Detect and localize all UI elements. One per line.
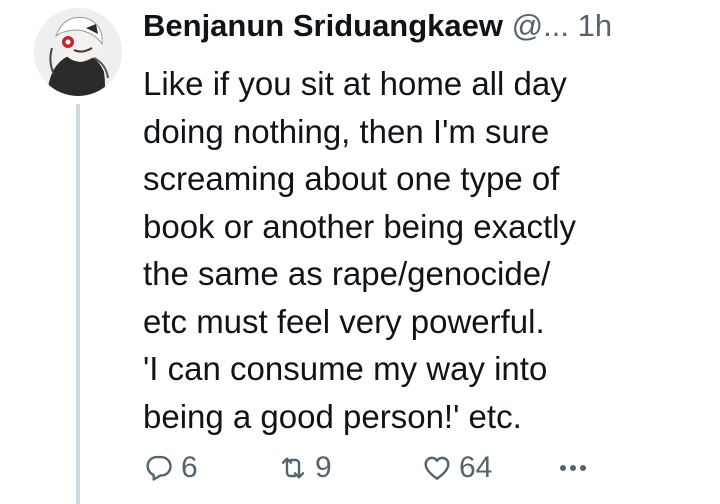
- tweet-text-line: book or another being exactly: [143, 207, 576, 245]
- retweet-count: 9: [315, 451, 332, 484]
- reply-count: 6: [181, 451, 198, 484]
- tweet-text-line: screaming about one type of: [143, 160, 560, 197]
- like-button[interactable]: 64: [421, 446, 492, 490]
- tweet-text-line: etc must feel very powerful.: [143, 302, 545, 340]
- more-icon: [560, 465, 586, 471]
- author-handle[interactable]: @...: [512, 8, 569, 43]
- reply-icon: [146, 455, 172, 481]
- avatar[interactable]: [34, 8, 122, 96]
- tweet-text-line: 'I can consume my way into: [143, 350, 548, 387]
- tweet-text-line: Like if you sit at home all day: [143, 65, 567, 102]
- author-name[interactable]: Benjanun Sriduangkaew: [143, 8, 503, 43]
- tweet: Benjanun Sriduangkaew @... 1h Like if yo…: [0, 0, 720, 504]
- tweet-text-line: being a good person!' etc.: [143, 397, 522, 435]
- more-button[interactable]: [555, 446, 591, 490]
- retweet-button[interactable]: 9: [277, 446, 332, 490]
- action-bar: 6 9 64: [143, 446, 613, 490]
- avatar-image: [34, 8, 122, 96]
- like-count: 64: [459, 451, 493, 484]
- timestamp[interactable]: 1h: [578, 8, 612, 43]
- thread-line: [76, 104, 80, 504]
- tweet-text: Like if you sit at home all day doing no…: [143, 60, 703, 440]
- tweet-header: Benjanun Sriduangkaew @... 1h: [143, 4, 612, 48]
- retweet-icon: [281, 457, 305, 479]
- tweet-text-line: the same as rape/genocide/: [143, 255, 551, 292]
- heart-icon: [424, 456, 450, 480]
- reply-button[interactable]: 6: [143, 446, 198, 490]
- tweet-text-line: doing nothing, then I'm sure: [143, 112, 550, 150]
